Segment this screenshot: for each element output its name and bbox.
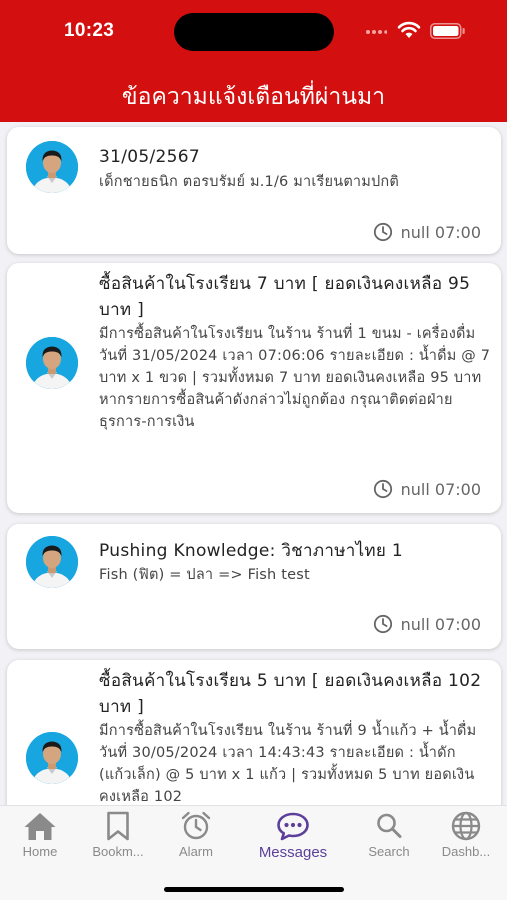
globe-icon [451,811,481,841]
tab-search[interactable]: Search [353,810,425,864]
notification-time-label: null 07:00 [400,222,481,242]
notification-title: ซื้อสินค้าในโรงเรียน 5 บาท [ ยอดเงินคงเห… [99,671,482,717]
clock-icon [373,614,392,634]
tab-messages[interactable]: Messages [253,810,333,864]
notification-time-label: null 07:00 [400,479,481,499]
notification-title: Pushing Knowledge: วิชาภาษาไทย 1 [99,541,404,561]
dynamic-island [174,13,334,51]
bookmark-icon [107,811,129,841]
avatar [26,337,78,389]
notification-time: null 07:00 [373,613,481,635]
avatar [26,732,78,784]
message-icon [277,812,309,841]
notification-body: เด็กชายธนิก ตอรบรัมย์ ม.1/6 มาเรียนตามปก… [99,174,400,190]
tab-dashboard[interactable]: Dashb... [430,810,502,864]
page-title: ข้อความแจ้งเตือนที่ผ่านมา [121,84,386,110]
status-bar: 10:23 [0,0,507,62]
notification-title: 31/05/2567 [99,147,200,167]
tab-bar: Home Bookm... Alarm Messages Search Dash… [0,805,507,900]
notification-card[interactable]: 31/05/2567 เด็กชายธนิก ตอรบรัมย์ ม.1/6 ม… [7,127,501,254]
battery-icon [430,23,465,39]
avatar [26,536,78,588]
student-photo-icon [26,337,78,389]
notification-card[interactable]: ซื้อสินค้าในโรงเรียน 5 บาท [ ยอดเงินคงเห… [7,660,501,805]
tab-alarm[interactable]: Alarm [160,810,232,864]
notification-card[interactable]: Pushing Knowledge: วิชาภาษาไทย 1 Fish (ฟ… [7,524,501,649]
notification-body: มีการซื้อสินค้าในโรงเรียน ในร้าน ร้านที่… [99,326,491,430]
tab-dashboard-label: Dashb... [441,844,491,859]
tab-bookmarks-label: Bookm... [92,844,144,859]
search-icon [377,813,402,838]
home-indicator[interactable] [164,887,344,892]
tab-bookmarks[interactable]: Bookm... [82,810,154,864]
tab-search-label: Search [368,844,410,859]
student-photo-icon [26,536,78,588]
notification-title: ซื้อสินค้าในโรงเรียน 7 บาท [ ยอดเงินคงเห… [99,274,471,320]
notification-body: Fish (ฟิต) = ปลา => Fish test [99,567,310,583]
tab-alarm-label: Alarm [179,844,213,859]
tab-home[interactable]: Home [4,810,76,864]
avatar [26,141,78,193]
wifi-icon [397,21,421,38]
alarm-icon [181,811,211,840]
notification-list[interactable]: 31/05/2567 เด็กชายธนิก ตอรบรัมย์ ม.1/6 ม… [0,122,507,805]
cellular-signal-icon [366,30,387,34]
notification-time: null 07:00 [373,221,481,243]
clock-icon [373,479,392,499]
tab-home-label: Home [22,844,58,859]
notification-time-label: null 07:00 [400,614,481,634]
notification-time: null 07:00 [373,478,481,500]
student-photo-icon [26,141,78,193]
tab-messages-label: Messages [258,844,328,861]
status-time: 10:23 [64,20,115,41]
notification-body: มีการซื้อสินค้าในโรงเรียน ในร้าน ร้านที่… [99,723,477,805]
student-photo-icon [26,732,78,784]
clock-icon [373,222,392,242]
home-icon [24,813,56,840]
app-header: 10:23 ข้อความแจ้งเตือนที่ผ่านมา [0,0,507,122]
notification-card[interactable]: ซื้อสินค้าในโรงเรียน 7 บาท [ ยอดเงินคงเห… [7,263,501,513]
